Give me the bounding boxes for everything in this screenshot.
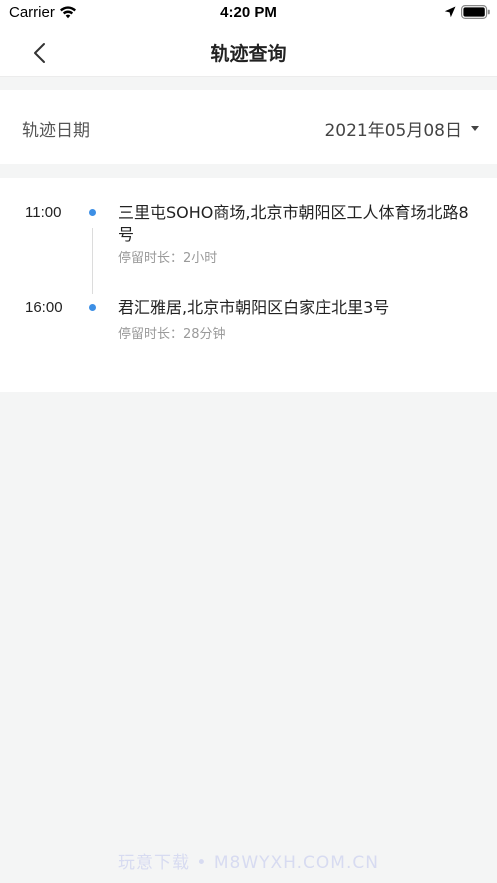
track-address: 君汇雅居,北京市朝阳区白家庄北里3号 <box>118 298 390 317</box>
location-arrow-icon <box>444 6 456 18</box>
battery-icon <box>461 5 490 19</box>
navigation-bar: 轨迹查询 <box>0 26 497 77</box>
watermark: 玩意下载 • M8WYXH.COM.CN <box>118 853 379 873</box>
timeline-dot <box>89 209 96 216</box>
caret-down-icon <box>471 125 479 131</box>
track-list: 11:00 三里屯SOHO商场,北京市朝阳区工人体育场北路8号 停留时长：2小时… <box>0 178 497 392</box>
track-date-row: 轨迹日期 2021年05月08日 <box>0 90 497 164</box>
track-duration: 停留时长：28分钟 <box>118 327 226 342</box>
track-address: 三里屯SOHO商场,北京市朝阳区工人体育场北路8号 <box>118 203 469 244</box>
date-picker[interactable]: 2021年05月08日 <box>324 114 479 142</box>
status-bar: Carrier 4:20 PM <box>0 0 497 26</box>
date-value: 2021年05月08日 <box>324 120 462 141</box>
track-duration: 停留时长：2小时 <box>118 251 218 266</box>
track-time: 16:00 <box>25 299 63 316</box>
timeline-dot <box>89 304 96 311</box>
status-time: 4:20 PM <box>220 4 277 21</box>
page-title: 轨迹查询 <box>210 43 287 65</box>
track-time: 11:00 <box>25 204 62 221</box>
timeline-line <box>92 228 93 294</box>
track-date-label: 轨迹日期 <box>22 121 90 141</box>
